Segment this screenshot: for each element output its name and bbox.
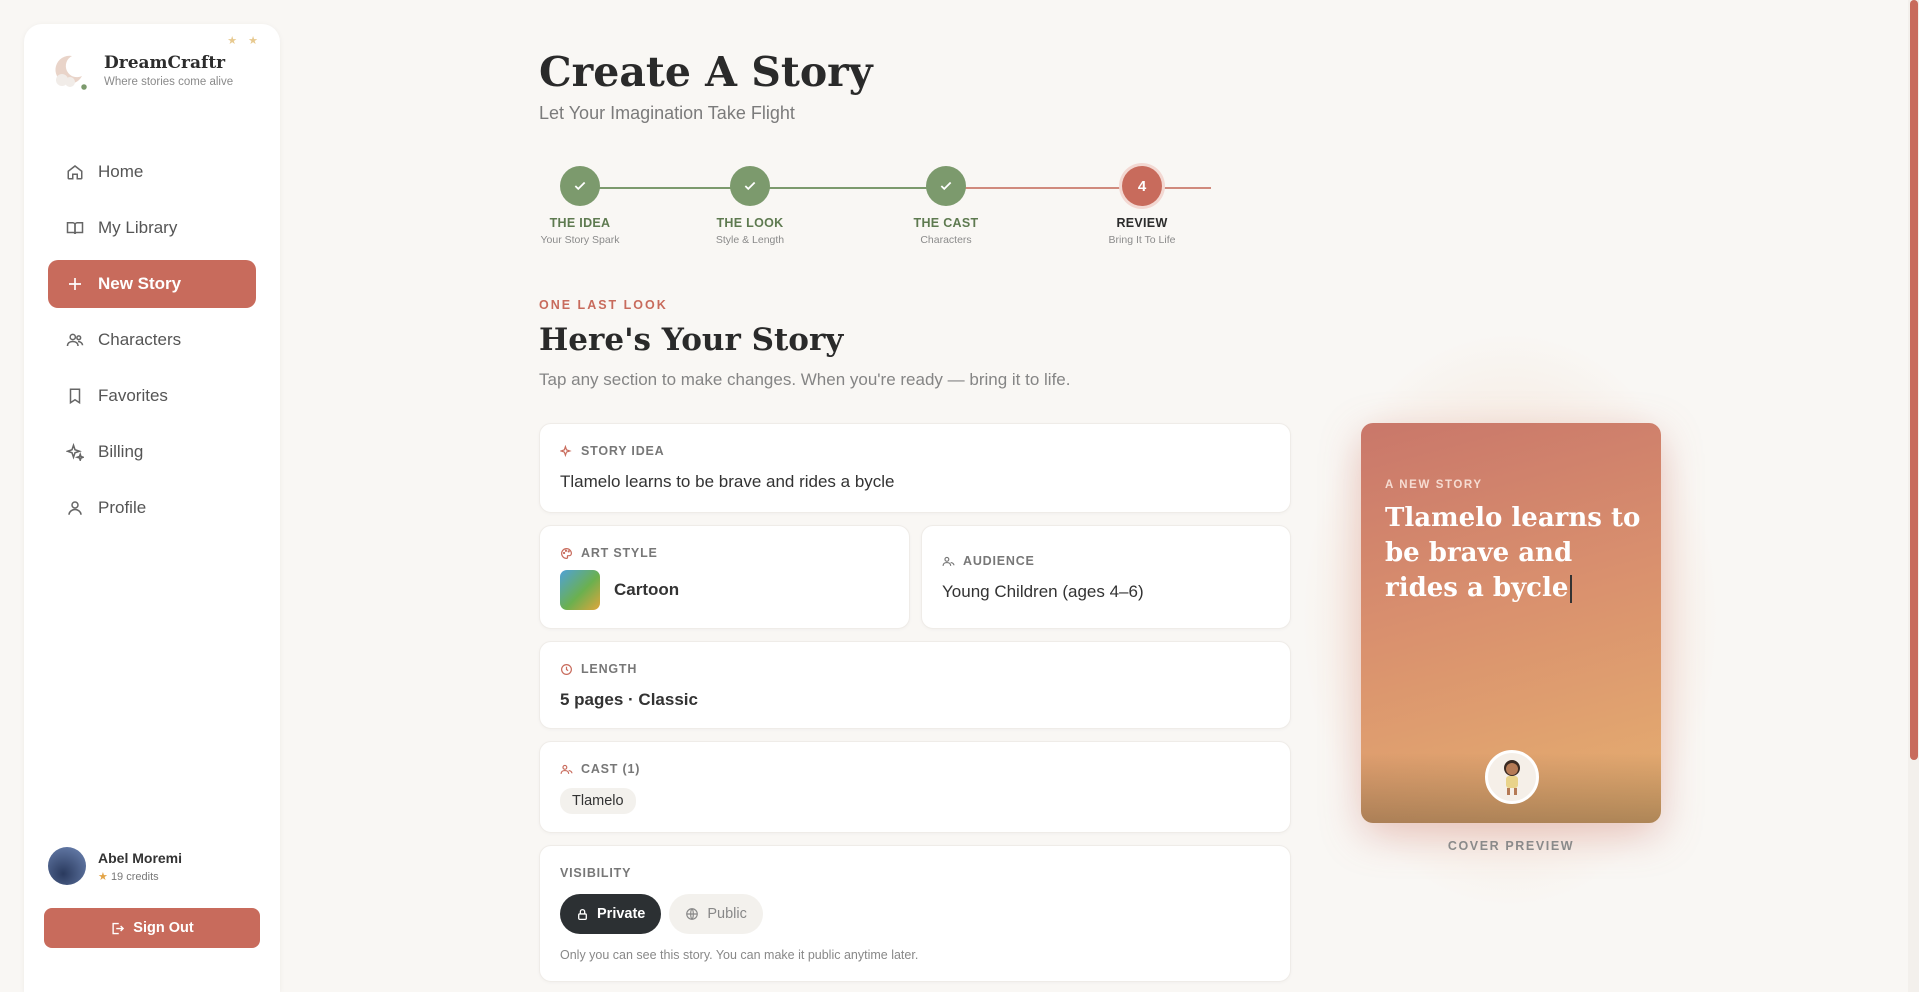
sparkle-icon [66, 443, 84, 461]
step-label: REVIEW [1116, 216, 1168, 230]
sidebar-item-label: My Library [98, 218, 178, 237]
plus-icon [66, 275, 84, 293]
step-label: THE CAST [913, 216, 979, 230]
step-number: 4 [1122, 166, 1162, 206]
check-icon [926, 166, 966, 206]
card-label: ART STYLE [581, 546, 658, 560]
brand-tagline: Where stories come alive [104, 75, 234, 88]
step-label: THE IDEA [549, 216, 611, 230]
card-label: LENGTH [581, 662, 638, 676]
page-title: Create A Story [539, 48, 873, 96]
step-sub: Bring It To Life [1108, 234, 1176, 246]
cover-title: Tlamelo learns to be brave and rides a b… [1385, 501, 1645, 606]
sidebar-item-label: New Story [98, 274, 182, 293]
users-icon [66, 331, 84, 349]
scrollbar[interactable] [1908, 0, 1919, 992]
credits-count: ★ 19 credits [98, 870, 182, 883]
step-sub: Your Story Spark [540, 234, 620, 246]
private-button[interactable]: Private [560, 894, 662, 934]
audience-value: Young Children (ages 4–6) [942, 582, 1144, 601]
section-description: Tap any section to make changes. When yo… [539, 370, 1071, 389]
sidebar-item-my-library[interactable]: My Library [48, 204, 256, 252]
cast-card[interactable]: CAST (1) Tlamelo [539, 741, 1291, 833]
cover-preview: A NEW STORY Tlamelo learns to be brave a… [1361, 423, 1661, 823]
audience-card[interactable]: AUDIENCE Young Children (ages 4–6) [921, 525, 1291, 629]
step-the-cast[interactable]: THE CAST Characters [891, 166, 1001, 246]
section-eyebrow: ONE LAST LOOK [539, 298, 668, 312]
lock-icon [576, 908, 589, 921]
moon-logo-icon [48, 50, 89, 92]
step-the-idea[interactable]: THE IDEA Your Story Spark [525, 166, 635, 246]
progress-stepper: THE IDEA Your Story Spark THE LOOK Style… [539, 166, 1211, 250]
cast-chip[interactable]: Tlamelo [560, 788, 636, 814]
book-icon [66, 219, 84, 237]
visibility-toggle: Private Public [560, 894, 1270, 934]
sidebar-item-billing[interactable]: Billing [48, 428, 256, 476]
length-card[interactable]: LENGTH 5 pages · Classic [539, 641, 1291, 729]
step-label: THE LOOK [716, 216, 784, 230]
user-profile-summary[interactable]: Abel Moremi ★ 19 credits [48, 847, 182, 885]
sidebar-item-characters[interactable]: Characters [48, 316, 256, 364]
sidebar-item-label: Characters [98, 330, 182, 349]
sidebar-item-profile[interactable]: Profile [48, 484, 256, 532]
public-label: Public [707, 906, 747, 922]
clock-icon [560, 663, 573, 676]
public-button[interactable]: Public [669, 894, 763, 934]
users-icon [942, 555, 955, 568]
page-subtitle: Let Your Imagination Take Flight [539, 103, 795, 123]
text-caret [1570, 575, 1572, 603]
visibility-card: VISIBILITY Private Public Only you can s… [539, 845, 1291, 982]
sidebar-item-label: Billing [98, 442, 144, 461]
art-style-card[interactable]: ART STYLE Cartoon [539, 525, 910, 629]
sparkle-icon [560, 444, 573, 458]
users-icon [560, 763, 573, 776]
section-heading: Here's Your Story [539, 322, 844, 358]
home-icon [66, 163, 84, 181]
brand[interactable]: DreamCraftr Where stories come alive [48, 50, 234, 92]
card-label: AUDIENCE [963, 554, 1035, 568]
step-the-look[interactable]: THE LOOK Style & Length [695, 166, 805, 246]
art-style-value: Cartoon [614, 580, 680, 599]
art-style-thumbnail [560, 570, 600, 610]
sidebar-item-label: Favorites [98, 386, 168, 405]
cover-eyebrow: A NEW STORY [1385, 479, 1483, 491]
credits-text: 19 credits [110, 870, 159, 883]
sidebar-item-label: Home [98, 162, 144, 181]
visibility-help-text: Only you can see this story. You can mak… [560, 948, 919, 962]
sign-out-button[interactable]: Sign Out [44, 908, 260, 948]
step-sub: Style & Length [715, 234, 785, 246]
check-icon [560, 166, 600, 206]
brand-name: DreamCraftr [104, 52, 226, 73]
sign-out-label: Sign Out [133, 920, 194, 936]
user-icon [66, 499, 84, 517]
private-label: Private [597, 906, 646, 922]
cover-title-text: Tlamelo learns to be brave and rides a b… [1385, 503, 1641, 603]
sidebar-nav: Home My Library New Story Characters Fav… [48, 148, 256, 540]
character-avatar [1485, 750, 1539, 804]
globe-icon [685, 907, 699, 921]
sidebar: ★ ★ DreamCraftr Where stories come alive… [24, 24, 280, 992]
length-value: 5 pages · Classic [560, 690, 698, 709]
palette-icon [560, 547, 573, 560]
sidebar-item-new-story[interactable]: New Story [48, 260, 256, 308]
step-review[interactable]: 4 REVIEW Bring It To Life [1087, 166, 1197, 246]
story-idea-value: Tlamelo learns to be brave and rides a b… [560, 472, 895, 491]
step-sub: Characters [920, 234, 972, 246]
logout-icon [110, 921, 125, 936]
star-icon: ★ [98, 870, 108, 883]
sidebar-item-label: Profile [98, 498, 147, 517]
card-label: CAST (1) [581, 762, 641, 776]
check-icon [730, 166, 770, 206]
bookmark-icon [66, 387, 84, 405]
cover-caption: COVER PREVIEW [1447, 839, 1575, 853]
stars-decoration: ★ ★ [227, 35, 262, 47]
scrollbar-thumb[interactable] [1910, 0, 1918, 760]
user-name: Abel Moremi [98, 849, 183, 866]
card-label: STORY IDEA [581, 444, 665, 458]
sidebar-item-favorites[interactable]: Favorites [48, 372, 256, 420]
story-idea-card[interactable]: STORY IDEA Tlamelo learns to be brave an… [539, 423, 1291, 513]
avatar [48, 847, 86, 885]
sidebar-item-home[interactable]: Home [48, 148, 256, 196]
card-label: VISIBILITY [560, 866, 632, 880]
